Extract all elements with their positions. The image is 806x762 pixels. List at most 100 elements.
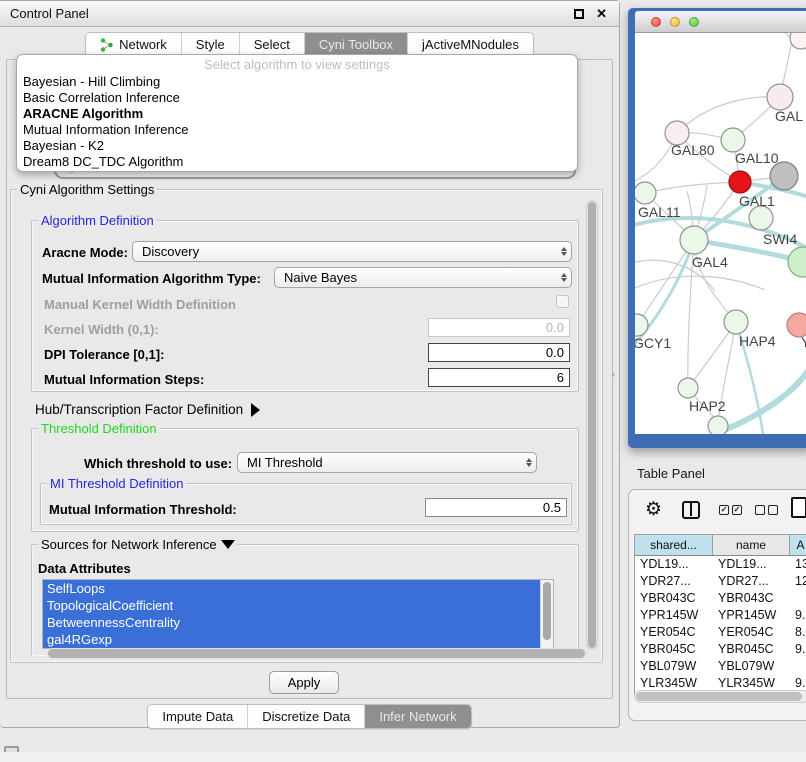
table-row[interactable]: YPR145WYPR145W9. (635, 607, 806, 624)
table-panel-window: ⚙ ✓✓ shared... name A YDL19...YDL19...13… (628, 489, 806, 721)
control-panel-window: Control Panel ✕ Network Style Select (0, 0, 620, 728)
node-attribute-table[interactable]: shared... name A YDL19...YDL19...13 YDR2… (634, 534, 806, 696)
collapse-arrow-icon (221, 540, 235, 549)
expand-arrow-icon (251, 403, 260, 417)
zoom-traffic-light-icon[interactable] (689, 17, 699, 27)
spinner-arrows-icon (526, 453, 532, 472)
mi-type-combo[interactable]: Naive Bayes (274, 267, 572, 288)
network-node-green[interactable] (788, 247, 806, 277)
data-attributes-list[interactable]: SelfLoops TopologicalCoefficient Between… (42, 579, 554, 649)
aracne-mode-combo[interactable]: Discovery (132, 241, 572, 262)
table-row[interactable]: YBR043CYBR043C (635, 590, 806, 607)
tab-impute-data[interactable]: Impute Data (148, 705, 248, 728)
select-all-columns-icon[interactable]: ✓✓ (719, 505, 742, 515)
settings-horizontal-scrollbar[interactable] (47, 648, 588, 659)
table-row[interactable]: YBR045CYBR045C9. (635, 641, 806, 658)
minimize-traffic-light-icon[interactable] (670, 17, 680, 27)
network-node-hap2[interactable] (678, 378, 698, 398)
attribute-item[interactable]: TopologicalCoefficient (43, 597, 553, 614)
attribute-list-scrollbar[interactable] (540, 580, 553, 648)
panel-resize-handle[interactable]: ‹ (612, 369, 615, 379)
table-row[interactable]: YDL19...YDL19...13 (635, 556, 806, 573)
algorithm-option[interactable]: Bayesian - Hill Climbing (17, 74, 577, 90)
node-label: HAP4 (739, 333, 776, 349)
table-row[interactable]: YBL079WYBL079W (635, 658, 806, 675)
table-horizontal-scrollbar[interactable] (634, 690, 806, 703)
network-canvas[interactable]: GAL GAL80 GAL10 GAL1 GAL11 SWI4 GAL4 GCY… (635, 33, 806, 434)
tab-label: Style (196, 37, 225, 52)
network-node[interactable] (708, 416, 728, 434)
network-node-gal1[interactable] (729, 171, 751, 193)
mi-threshold-field[interactable] (425, 498, 567, 517)
bottom-tabbar: Impute Data Discretize Data Infer Networ… (0, 704, 619, 729)
control-panel-title: Control Panel (10, 6, 89, 21)
network-node-gray[interactable] (770, 162, 798, 190)
node-label: GAL80 (671, 142, 715, 158)
column-header-shared-name[interactable]: shared... (635, 535, 713, 555)
algorithm-option[interactable]: Mutual Information Inference (17, 122, 577, 138)
dpi-tolerance-field[interactable] (428, 343, 570, 362)
data-attributes-label: Data Attributes (38, 561, 131, 576)
network-node-swi4[interactable] (749, 206, 773, 230)
network-node-gal4[interactable] (680, 226, 708, 254)
network-window-titlebar[interactable] (635, 11, 806, 33)
tab-select[interactable]: Select (240, 33, 305, 56)
aracne-mode-label: Aracne Mode: (42, 245, 128, 260)
attribute-item[interactable]: BetweennessCentrality (43, 614, 553, 631)
algorithm-option-selected[interactable]: ARACNE Algorithm (17, 106, 577, 122)
mi-type-label: Mutual Information Algorithm Type: (42, 271, 261, 286)
sources-title[interactable]: Sources for Network Inference (38, 537, 238, 552)
float-panel-icon[interactable] (574, 9, 584, 19)
network-node-gal10[interactable] (721, 128, 745, 152)
network-node-gal11[interactable] (635, 182, 656, 204)
mi-steps-field[interactable] (428, 368, 570, 387)
split-columns-icon[interactable] (682, 501, 700, 519)
attribute-item[interactable]: gal4RGexp (43, 631, 553, 648)
tab-cyni-toolbox[interactable]: Cyni Toolbox (305, 33, 408, 56)
node-label: GAL1 (739, 193, 775, 209)
tab-network[interactable]: Network (86, 33, 182, 56)
apply-button[interactable]: Apply (269, 671, 339, 694)
which-threshold-combo[interactable]: MI Threshold (237, 452, 537, 473)
node-label: GCY1 (635, 335, 671, 351)
gear-icon[interactable]: ⚙ (645, 498, 662, 521)
mi-steps-label: Mutual Information Steps: (44, 372, 204, 387)
network-node-hap4[interactable] (724, 310, 748, 334)
sources-group: Sources for Network Inference Data Attri… (31, 544, 579, 656)
table-row[interactable]: YER054CYER054C8. (635, 624, 806, 641)
close-traffic-light-icon[interactable] (651, 17, 661, 27)
node-label: GAL (775, 108, 803, 124)
kernel-width-field[interactable] (428, 318, 570, 337)
tab-style[interactable]: Style (182, 33, 240, 56)
tab-infer-network[interactable]: Infer Network (365, 705, 470, 728)
algorithm-option[interactable]: Bayesian - K2 (17, 138, 577, 154)
column-header-name[interactable]: name (713, 535, 790, 555)
spinner-arrows-icon (561, 242, 567, 261)
column-header[interactable]: A (790, 535, 806, 555)
manual-kernel-checkbox[interactable] (556, 295, 569, 308)
export-table-icon[interactable] (791, 497, 806, 518)
tab-label: Cyni Toolbox (319, 37, 393, 52)
node-label: HAP2 (689, 398, 726, 414)
algorithm-dropdown: Select algorithm to view settings Bayesi… (16, 54, 578, 172)
tab-jactivemnodules[interactable]: jActiveMNodules (408, 33, 533, 56)
table-toolbar: ⚙ ✓✓ (629, 490, 806, 532)
node-label: GAL4 (692, 254, 728, 270)
node-label: Y (801, 334, 806, 350)
network-node[interactable] (790, 33, 806, 49)
algorithm-definition-title: Algorithm Definition (38, 213, 157, 228)
network-icon (100, 38, 113, 52)
settings-vertical-scrollbar[interactable] (586, 200, 598, 650)
algorithm-option[interactable]: Dream8 DC_TDC Algorithm (17, 154, 577, 170)
deselect-all-columns-icon[interactable] (755, 505, 778, 515)
algorithm-option[interactable]: Basic Correlation Inference (17, 90, 577, 106)
network-node-gal2[interactable] (767, 84, 793, 110)
table-row[interactable]: YDR27...YDR27...12 (635, 573, 806, 590)
settings-group-title: Cyni Algorithm Settings (17, 182, 157, 197)
threshold-definition-group: Threshold Definition Which threshold to … (31, 428, 579, 532)
tab-label: jActiveMNodules (422, 37, 519, 52)
tab-discretize-data[interactable]: Discretize Data (248, 705, 365, 728)
attribute-item[interactable]: SelfLoops (43, 580, 553, 597)
close-icon[interactable]: ✕ (596, 6, 607, 22)
hub-definition-toggle[interactable]: Hub/Transcription Factor Definition (35, 402, 260, 417)
